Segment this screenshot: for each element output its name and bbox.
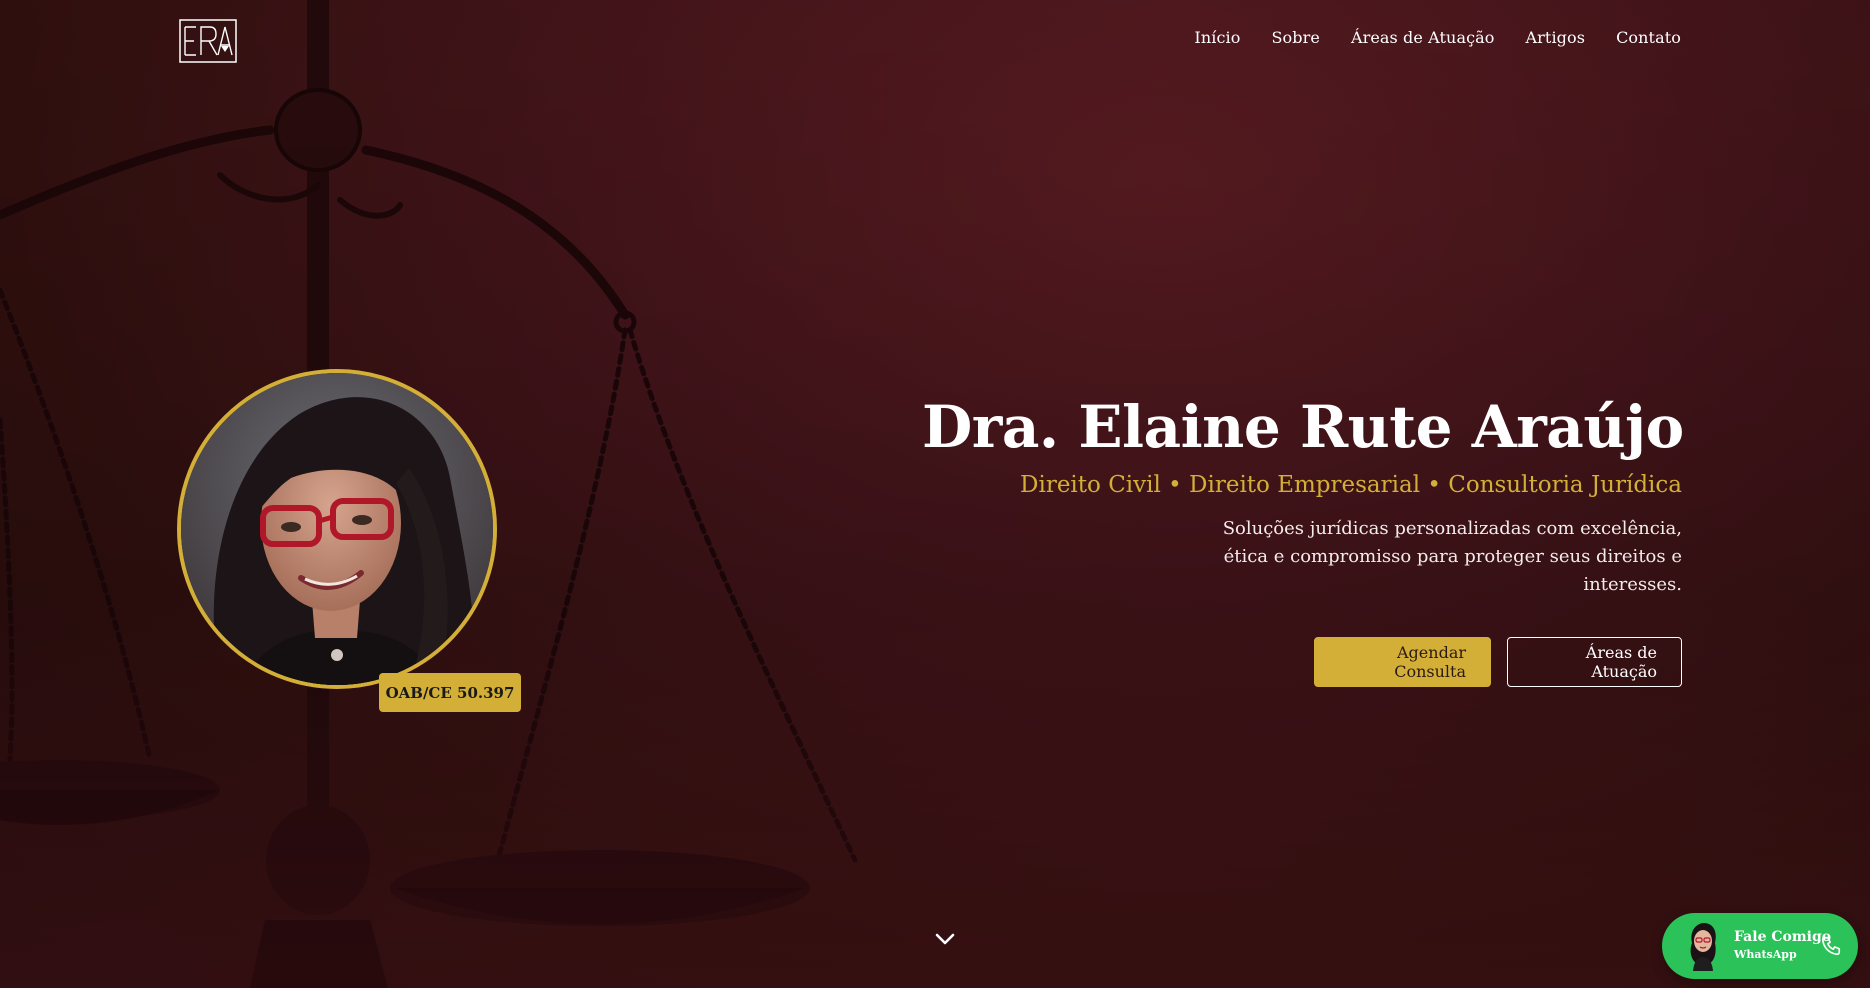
whatsapp-button[interactable]: Fale Comigo WhatsApp	[1662, 913, 1858, 979]
phone-icon	[1821, 936, 1841, 956]
avatar-icon	[1690, 923, 1716, 971]
chevron-down-icon[interactable]	[934, 930, 956, 948]
nav-inicio[interactable]: Início	[1194, 28, 1240, 47]
nav-artigos[interactable]: Artigos	[1526, 28, 1586, 47]
nav-areas-de-atuacao[interactable]: Áreas de Atuação	[1351, 28, 1495, 47]
hero-description: Soluções jurídicas personalizadas com ex…	[1222, 518, 1682, 595]
portrait-photo	[181, 373, 493, 685]
oab-badge: OAB/CE 50.397	[379, 673, 521, 712]
era-logo[interactable]	[179, 19, 237, 63]
hero-title: Dra. Elaine Rute Araújo	[922, 393, 1684, 461]
whatsapp-title: Fale Comigo	[1734, 929, 1832, 945]
whatsapp-text: Fale Comigo WhatsApp	[1734, 929, 1831, 963]
main-nav: Início Sobre Áreas de Atuação Artigos Co…	[1194, 28, 1681, 47]
schedule-consultation-button[interactable]: Agendar Consulta	[1314, 637, 1491, 687]
hero-content: Dra. Elaine Rute Araújo Direito Civil • …	[922, 392, 1684, 687]
hero-buttons: Agendar Consulta Áreas de Atuação	[922, 637, 1682, 687]
whatsapp-subtitle: WhatsApp	[1734, 948, 1797, 961]
hero-subtitle: Direito Civil • Direito Empresarial • Co…	[1020, 472, 1682, 498]
lawyer-portrait	[177, 369, 497, 689]
practice-areas-button[interactable]: Áreas de Atuação	[1507, 637, 1682, 687]
nav-contato[interactable]: Contato	[1616, 28, 1681, 47]
nav-sobre[interactable]: Sobre	[1271, 28, 1319, 47]
